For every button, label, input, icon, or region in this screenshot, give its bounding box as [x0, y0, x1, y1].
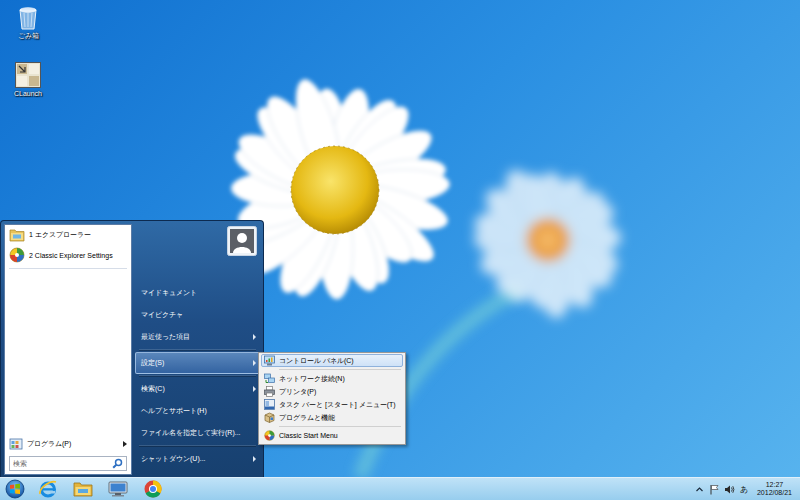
submenu-item[interactable]: タスク バーと [スタート] メニュー(T): [261, 398, 403, 411]
submenu-item-label: プログラムと機能: [279, 413, 335, 423]
action-center-flag-icon: [709, 484, 719, 495]
system-tray: あ 12:272012/08/21: [695, 481, 800, 497]
taskbar-button[interactable]: [135, 478, 170, 500]
programs-item[interactable]: プログラム(P): [5, 434, 131, 454]
clock-time: 12:27: [766, 481, 784, 489]
submenu-arrow: [253, 456, 256, 462]
menu-item[interactable]: シャットダウン(U)...: [135, 448, 262, 470]
menu-item[interactable]: マイピクチャ: [135, 304, 262, 326]
menu-item[interactable]: ファイル名を指定して実行(R)...: [135, 422, 262, 444]
menu-item-label: マイドキュメント: [141, 288, 197, 298]
search-box: [9, 456, 127, 471]
submenu-item[interactable]: コントロール パネル(C): [261, 354, 403, 367]
pinned-item-label: 2 Classic Explorer Settings: [29, 252, 113, 259]
menu-item-label: 設定(S): [141, 358, 164, 368]
separator: [139, 445, 256, 446]
separator: [279, 426, 401, 427]
claunch-icon: [15, 62, 41, 88]
pinned-item[interactable]: 1 エクスプローラー: [5, 225, 131, 245]
separator: [279, 369, 401, 370]
desktop-icon-label: ごみ箱: [18, 32, 39, 40]
menu-item-label: マイピクチャ: [141, 310, 183, 320]
submenu-item-label: ネットワーク接続(N): [279, 374, 345, 384]
explorer-icon: [9, 227, 25, 243]
classic-shell-icon: [264, 430, 275, 441]
chrome-icon: [143, 479, 163, 499]
menu-item[interactable]: ヘルプとサポート(H): [135, 400, 262, 422]
programs-features-icon: [264, 412, 275, 423]
submenu-item-label: タスク バーと [スタート] メニュー(T): [279, 400, 396, 410]
desktop-icon[interactable]: CLaunch: [6, 62, 50, 98]
menu-item-label: ファイル名を指定して実行(R)...: [141, 428, 241, 438]
control-panel-icon: [264, 355, 275, 366]
submenu-item-label: プリンタ(P): [279, 387, 316, 397]
settings-submenu: コントロール パネル(C) ネットワーク接続(N) プリンタ(P) タスク バーと […: [258, 352, 406, 445]
menu-item-label: シャットダウン(U)...: [141, 454, 206, 464]
desktop-icon-label: CLaunch: [14, 90, 42, 98]
network-icon: [264, 373, 275, 384]
submenu-item[interactable]: プログラムと機能: [261, 411, 403, 424]
taskbar-button[interactable]: [100, 478, 135, 500]
app-window-icon: [108, 480, 128, 498]
submenu-item-label: コントロール パネル(C): [279, 356, 354, 366]
volume-speaker-icon: [724, 484, 735, 495]
submenu-item[interactable]: Classic Start Menu: [261, 429, 403, 442]
submenu-arrow: [253, 386, 256, 392]
clock[interactable]: 12:272012/08/21: [757, 481, 792, 497]
submenu-item[interactable]: ネットワーク接続(N): [261, 372, 403, 385]
user-picture-icon: [227, 226, 257, 256]
submenu-arrow: [123, 441, 127, 447]
start-menu: 1 エクスプローラー 2 Classic Explorer Settings プログ…: [0, 220, 264, 477]
menu-item-label: 最近使った項目: [141, 332, 190, 342]
start-button[interactable]: [0, 479, 30, 499]
programs-icon: [9, 437, 23, 451]
menu-item[interactable]: マイドキュメント: [135, 282, 262, 304]
start-menu-left-pane: 1 エクスプローラー 2 Classic Explorer Settings プログ…: [4, 224, 132, 475]
taskbar: あ 12:272012/08/21: [0, 477, 800, 500]
magnifier-icon: [112, 458, 123, 469]
show-hidden-icons-button[interactable]: [695, 485, 704, 494]
desktop-icon[interactable]: ごみ箱: [6, 4, 50, 40]
submenu-arrow: [253, 334, 256, 340]
search-input[interactable]: [10, 458, 112, 469]
pinned-item-label: 1 エクスプローラー: [29, 230, 91, 240]
ime-indicator: あ: [740, 484, 748, 495]
start-menu-right-pane: マイドキュメントマイピクチャ最近使った項目設定(S) 検索(C) ヘルプとサポート(…: [132, 224, 263, 475]
submenu-arrow: [253, 360, 256, 366]
menu-item-label: ヘルプとサポート(H): [141, 406, 207, 416]
classic-shell-icon: [9, 247, 25, 263]
desktop: ごみ箱 CLaunch 1 エクスプローラー 2 Classic Explorer S…: [0, 0, 800, 477]
menu-item[interactable]: 検索(C): [135, 378, 262, 400]
separator: [9, 268, 127, 269]
submenu-item-label: Classic Start Menu: [279, 432, 338, 439]
menu-item-label: 検索(C): [141, 384, 165, 394]
taskbar-button[interactable]: [30, 478, 65, 500]
internet-explorer-icon: [38, 479, 58, 499]
pinned-item[interactable]: 2 Classic Explorer Settings: [5, 245, 131, 265]
printer-icon: [264, 386, 275, 397]
submenu-item[interactable]: プリンタ(P): [261, 385, 403, 398]
programs-label: プログラム(P): [27, 439, 119, 449]
menu-item[interactable]: 設定(S): [135, 352, 262, 374]
clock-date: 2012/08/21: [757, 489, 792, 497]
taskbar-icon: [264, 399, 275, 410]
menu-item[interactable]: 最近使った項目: [135, 326, 262, 348]
explorer-folder-icon: [73, 480, 93, 498]
separator: [139, 349, 256, 350]
taskbar-button[interactable]: [65, 478, 100, 500]
windows-orb-icon: [5, 479, 25, 499]
separator: [139, 375, 256, 376]
recycle-bin-icon: [17, 4, 39, 30]
